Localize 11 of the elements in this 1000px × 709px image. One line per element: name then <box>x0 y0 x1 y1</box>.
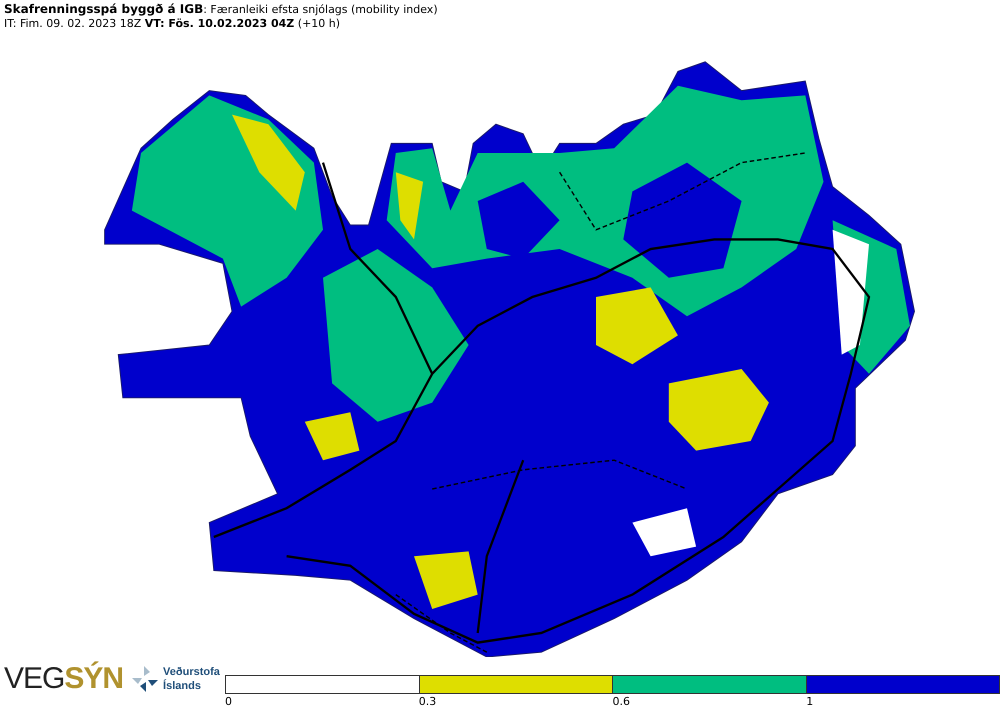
legend-label: 0 <box>225 695 232 708</box>
agency-name: Veðurstofa <box>163 665 221 679</box>
logo-text: VEG <box>4 662 64 695</box>
legend-label: 0.6 <box>612 695 630 708</box>
forecast-times: IT: Fim. 09. 02. 2023 18Z VT: Fös. 10.02.2023 04Z (+10 h) <box>4 17 342 31</box>
legend-label: 1 <box>806 695 814 708</box>
logo-text: SÝN <box>64 662 124 695</box>
arrows-logo-icon <box>131 665 160 693</box>
legend-label: 0.3 <box>418 695 436 708</box>
map-title: Skafrenningsspá byggð á IGB: Færanleiki efsta snjólags (mobility index) <box>4 2 439 17</box>
agency-name: Íslands <box>163 679 202 693</box>
